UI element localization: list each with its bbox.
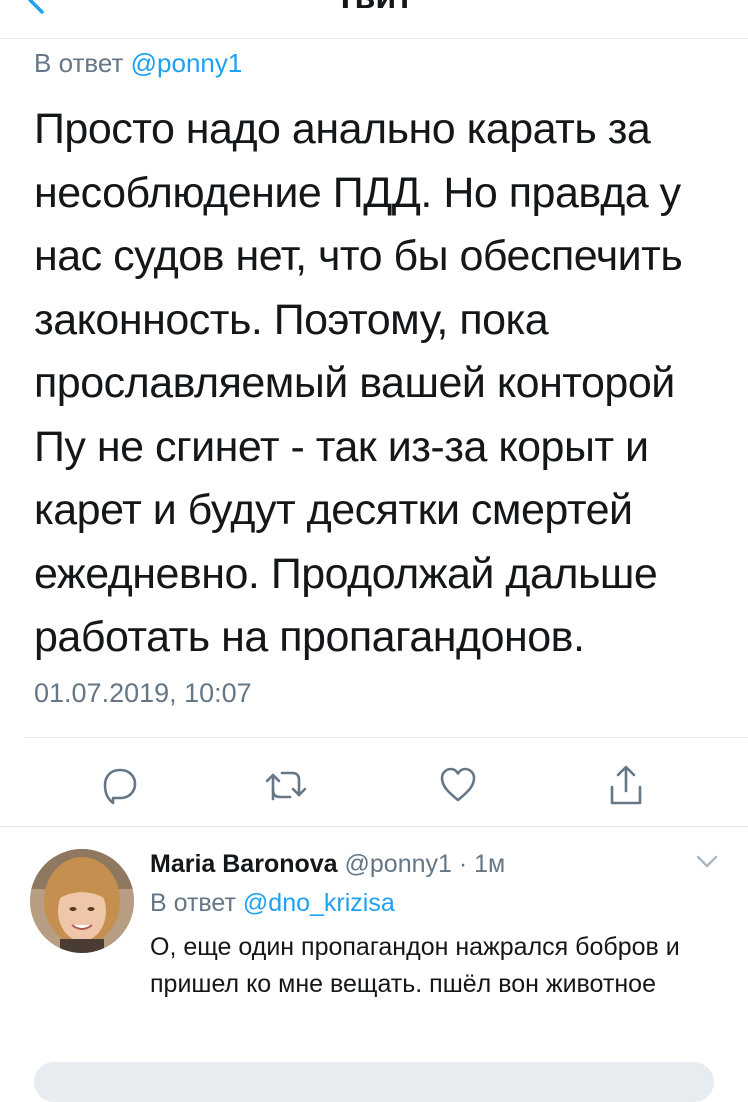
heart-icon: [440, 767, 476, 802]
top-nav-bar: Твит: [0, 0, 748, 39]
avatar-photo: [30, 849, 134, 953]
tweet-timestamp: 01.07.2019, 10:07: [34, 678, 252, 708]
reply-author-line: Maria Baronova @ponny1 · 1м: [150, 850, 505, 879]
share-button[interactable]: [596, 755, 656, 815]
reply-handle-link[interactable]: @ponny1: [131, 48, 243, 78]
reply-button[interactable]: [90, 755, 150, 815]
like-button[interactable]: [428, 755, 488, 815]
tweet-actions-bar: [0, 755, 748, 815]
author-name[interactable]: Maria Baronova: [150, 850, 338, 878]
avatar[interactable]: [30, 849, 134, 953]
reply-prefix: В ответ: [150, 889, 236, 917]
reply-handle-link[interactable]: @dno_krizisa: [243, 889, 395, 917]
divider: [0, 826, 748, 827]
retweet-button[interactable]: [256, 755, 316, 815]
page-title: Твит: [0, 0, 748, 17]
reply-text: О, еще один пропагандон нажрался бобров …: [150, 933, 680, 998]
chevron-down-icon[interactable]: [694, 852, 720, 872]
tweet-text: Просто надо анально карать за несоблюден…: [34, 105, 683, 661]
author-meta: @ponny1 · 1м: [344, 850, 506, 878]
reply-context: В ответ @ponny1: [34, 48, 242, 79]
reply-icon: [103, 768, 137, 805]
reply-prefix: В ответ: [34, 48, 124, 78]
retweet-icon: [265, 771, 307, 801]
reply-composer[interactable]: [34, 1062, 714, 1102]
reply-context: В ответ @dno_krizisa: [150, 889, 395, 918]
divider: [24, 737, 748, 738]
share-icon: [610, 765, 642, 805]
